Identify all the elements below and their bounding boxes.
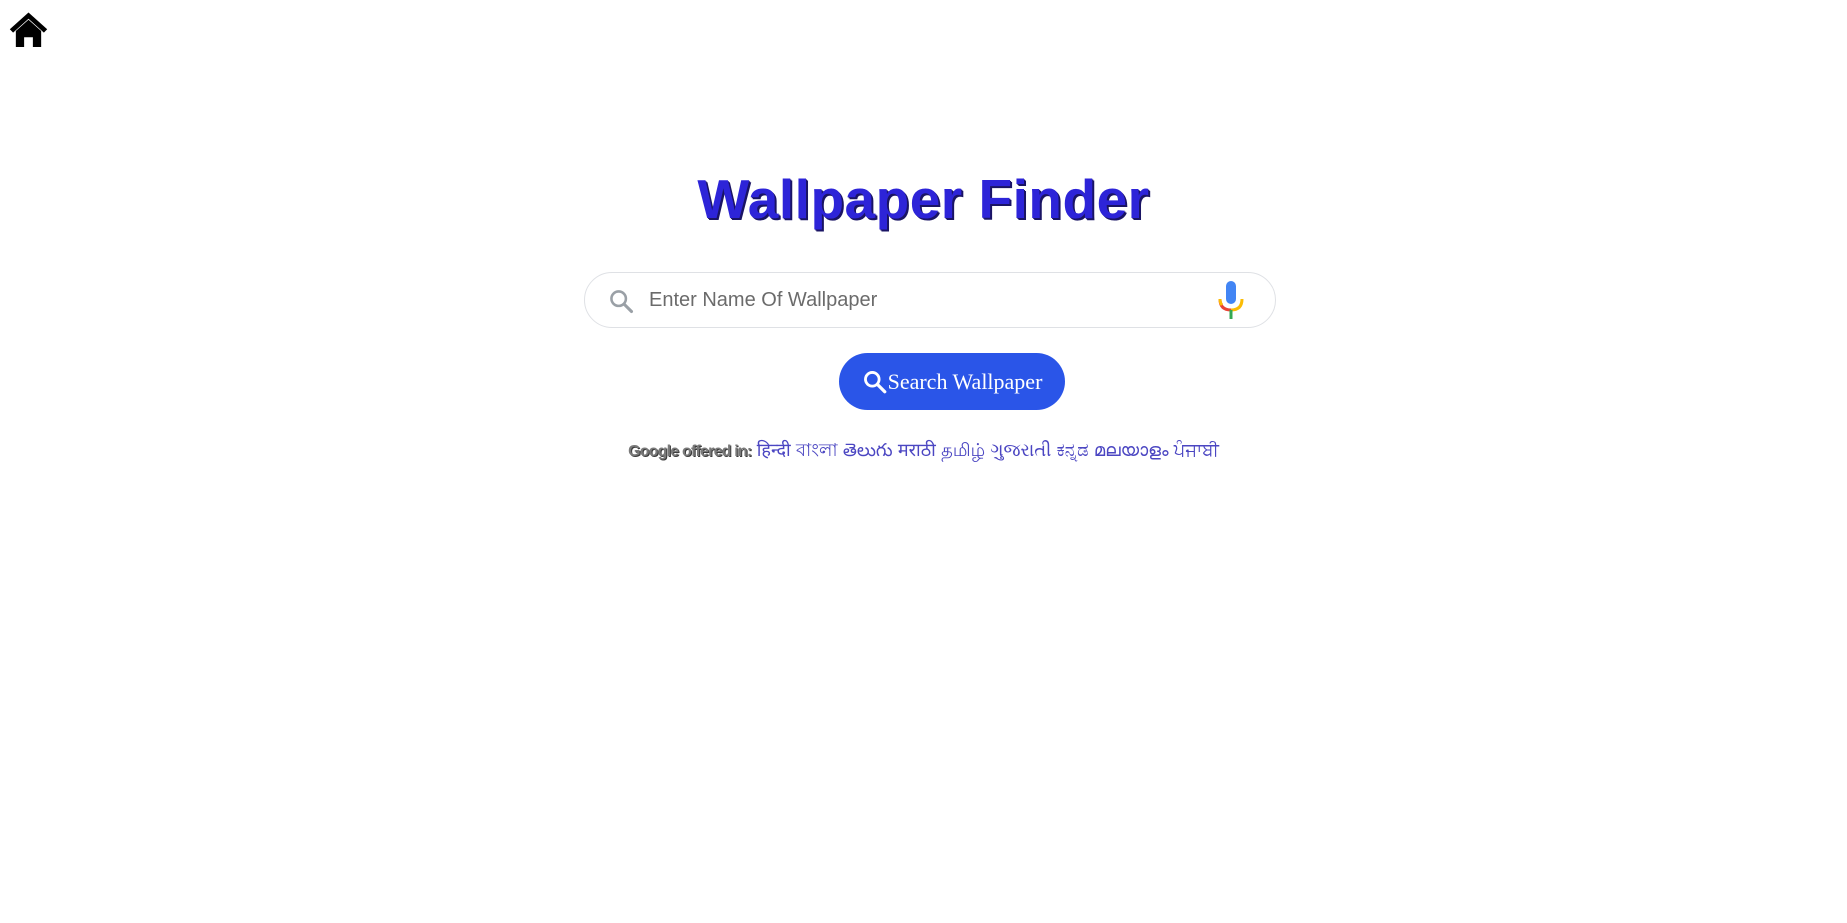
language-bar: Google offered in: हिन्दी বাংলা తెలుగు म… xyxy=(0,437,1847,466)
language-link-kannada[interactable]: ಕನ್ನಡ xyxy=(1057,440,1089,461)
home-icon[interactable] xyxy=(9,11,48,48)
search-bar xyxy=(584,272,1276,328)
language-link-bengali[interactable]: বাংলা xyxy=(796,440,838,461)
page-title: Wallpaper Finder xyxy=(697,168,1150,230)
microphone-icon[interactable] xyxy=(1214,279,1248,323)
search-input[interactable] xyxy=(649,283,1189,317)
languages-label: Google offered in: xyxy=(628,443,752,460)
language-link-tamil[interactable]: தமிழ் xyxy=(941,440,985,461)
language-link-marathi[interactable]: मराठी xyxy=(898,440,936,461)
language-link-malayalam[interactable]: മലയാളം xyxy=(1094,440,1169,461)
search-wallpaper-label: Search Wallpaper xyxy=(887,368,1043,394)
page: Wallpaper Finder S xyxy=(0,0,1847,923)
search-icon xyxy=(862,369,888,395)
language-link-telugu[interactable]: తెలుగు xyxy=(843,440,893,461)
language-link-gujarati[interactable]: ગુજરાતી xyxy=(990,440,1051,461)
language-link-hindi[interactable]: हिन्दी xyxy=(757,440,791,461)
search-icon xyxy=(607,287,635,315)
search-wallpaper-button[interactable]: Search Wallpaper xyxy=(839,353,1065,410)
language-link-punjabi[interactable]: ਪੰਜਾਬੀ xyxy=(1174,440,1219,461)
